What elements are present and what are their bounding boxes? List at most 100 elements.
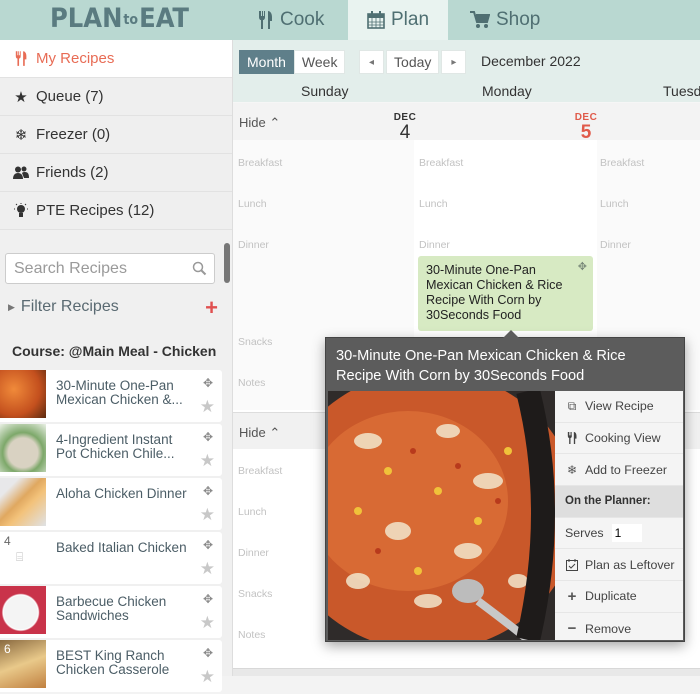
hide-week-toggle[interactable]: Hide ⌃ — [239, 425, 280, 441]
slot-lunch: Lunch — [419, 198, 448, 210]
recipe-list-item[interactable]: Barbecue Chicken Sandwiches ✥ ★ — [0, 586, 222, 638]
snowflake-icon: ❄ — [566, 462, 578, 477]
day-name-monday: Monday — [482, 83, 532, 99]
menu-item-label: Plan as Leftover — [585, 557, 675, 572]
slot-notes: Notes — [238, 629, 266, 641]
popover-title: 30-Minute One-Pan Mexican Chicken & Rice… — [336, 348, 626, 384]
tab-plan[interactable]: Plan — [348, 0, 448, 40]
add-recipe-plus-icon[interactable]: + — [205, 295, 218, 321]
move-arrows-icon[interactable]: ✥ — [203, 592, 213, 606]
move-arrows-icon[interactable]: ✥ — [203, 376, 213, 390]
recipe-title: BEST King Ranch Chicken Casserole — [56, 648, 170, 677]
sidebar-item-freezer[interactable]: ❄ Freezer (0) — [0, 116, 232, 154]
recipe-thumbnail — [0, 370, 46, 418]
move-arrows-icon[interactable]: ✥ — [203, 538, 213, 552]
on-the-planner-section: On the Planner: — [555, 486, 683, 518]
slot-breakfast: Breakfast — [419, 157, 464, 169]
cart-icon — [470, 11, 490, 28]
sidebar-item-label: Friends (2) — [36, 164, 109, 181]
recipe-thumbnail — [0, 586, 46, 634]
hide-label: Hide — [239, 115, 266, 130]
recipe-thumbnail — [0, 424, 46, 472]
move-arrows-icon[interactable]: ✥ — [578, 260, 587, 275]
sidebar-item-label: My Recipes — [36, 50, 115, 67]
recipe-list-item[interactable]: 4-Ingredient Instant Pot Chicken Chile..… — [0, 424, 222, 476]
sidebar-item-label: Queue (7) — [36, 88, 104, 105]
remove-menu-item[interactable]: − Remove — [555, 613, 683, 645]
week-row-header — [233, 103, 700, 140]
star-icon[interactable]: ★ — [200, 505, 215, 525]
top-bar: PLANtoEAT Cook Plan Shop — [0, 0, 700, 40]
recipe-title: Baked Italian Chicken — [56, 540, 187, 555]
search-icon[interactable] — [192, 261, 207, 281]
filter-recipes-toggle[interactable]: ▶ Filter Recipes + — [8, 295, 218, 320]
recipe-list-item[interactable]: 4 ⌸ Baked Italian Chicken ✥ ★ — [0, 532, 222, 584]
slot-breakfast: Breakfast — [238, 465, 283, 477]
move-arrows-icon[interactable]: ✥ — [203, 646, 213, 660]
tab-shop[interactable]: Shop — [470, 0, 540, 40]
calendar-icon — [367, 11, 385, 29]
search-input[interactable] — [14, 259, 184, 278]
tab-cook[interactable]: Cook — [258, 0, 324, 40]
duplicate-menu-item[interactable]: + Duplicate — [555, 581, 683, 613]
star-icon[interactable]: ★ — [200, 559, 215, 579]
view-toggle: Month Week — [239, 50, 346, 74]
logo[interactable]: PLANtoEAT — [50, 3, 189, 34]
calendar-check-icon — [565, 558, 579, 571]
recipe-title: 30-Minute One-Pan Mexican Chicken &... — [56, 378, 183, 407]
recipe-list-item[interactable]: 30-Minute One-Pan Mexican Chicken &... ✥… — [0, 370, 222, 422]
serves-input[interactable] — [611, 524, 642, 543]
tab-shop-label: Shop — [496, 9, 541, 30]
sidebar-scrollbar[interactable] — [224, 243, 230, 283]
chevron-up-icon: ⌃ — [269, 425, 281, 440]
cooking-view-menu-item[interactable]: Cooking View — [555, 423, 683, 455]
star-icon[interactable]: ★ — [200, 397, 215, 417]
slot-dinner: Dinner — [419, 239, 450, 251]
slot-snacks: Snacks — [238, 336, 273, 348]
course-label: Course: @Main Meal - Chicken — [12, 343, 217, 359]
minus-icon: − — [567, 620, 577, 638]
triangle-right-icon: ▶ — [8, 301, 15, 312]
logo-text-plan: PLAN — [50, 3, 123, 34]
menu-item-label: View Recipe — [585, 399, 654, 414]
sidebar-item-my-recipes[interactable]: My Recipes — [0, 40, 232, 78]
sidebar-item-friends[interactable]: Friends (2) — [0, 154, 232, 192]
sidebar-item-label: Freezer (0) — [36, 126, 111, 143]
recipe-list-item[interactable]: Aloha Chicken Dinner ✥ ★ — [0, 478, 222, 530]
snowflake-icon: ❄ — [14, 126, 28, 144]
plan-as-leftover-menu-item[interactable]: Plan as Leftover — [555, 549, 683, 582]
star-icon[interactable]: ★ — [200, 667, 215, 687]
menu-item-label: Cooking View — [585, 431, 661, 446]
slot-lunch: Lunch — [238, 506, 267, 518]
today-button[interactable]: Today — [386, 50, 440, 74]
sidebar-item-queue[interactable]: ★ Queue (7) — [0, 78, 232, 116]
recipe-thumbnail — [0, 478, 46, 526]
month-view-button[interactable]: Month — [239, 50, 294, 74]
month-label: December 2022 — [481, 53, 581, 69]
recipe-thumbnail: 6 — [0, 640, 46, 688]
sidebar-item-label: PTE Recipes (12) — [36, 202, 155, 219]
add-to-freezer-menu-item[interactable]: ❄ Add to Freezer — [555, 454, 683, 487]
slot-breakfast: Breakfast — [238, 157, 283, 169]
recipe-title: Barbecue Chicken Sandwiches — [56, 594, 167, 623]
move-arrows-icon[interactable]: ✥ — [203, 484, 213, 498]
star-icon[interactable]: ★ — [200, 613, 215, 633]
recipe-list: 30-Minute One-Pan Mexican Chicken &... ✥… — [0, 370, 222, 694]
calendar-header: Month Week ◂ Today ▸ December 2022 Sunda… — [233, 40, 700, 102]
hide-week-toggle[interactable]: Hide ⌃ — [239, 115, 280, 131]
recipe-title: Aloha Chicken Dinner — [56, 486, 187, 501]
view-recipe-menu-item[interactable]: ⧉ View Recipe — [555, 391, 683, 423]
utensils-icon — [259, 11, 272, 29]
prev-button[interactable]: ◂ — [359, 50, 385, 74]
slot-dinner: Dinner — [600, 239, 631, 251]
week-view-button[interactable]: Week — [293, 50, 346, 74]
recipe-list-item[interactable]: 6 BEST King Ranch Chicken Casserole ✥ ★ — [0, 640, 222, 692]
search-recipes-box — [5, 253, 215, 284]
menu-item-label: Add to Freezer — [585, 462, 667, 477]
star-icon[interactable]: ★ — [200, 451, 215, 471]
sidebar-item-pte-recipes[interactable]: PTE Recipes (12) — [0, 192, 232, 230]
move-arrows-icon[interactable]: ✥ — [203, 430, 213, 444]
slot-breakfast: Breakfast — [600, 157, 645, 169]
planned-meal-event[interactable]: 30-Minute One-Pan Mexican Chicken & Rice… — [418, 256, 593, 331]
next-button[interactable]: ▸ — [441, 50, 467, 74]
